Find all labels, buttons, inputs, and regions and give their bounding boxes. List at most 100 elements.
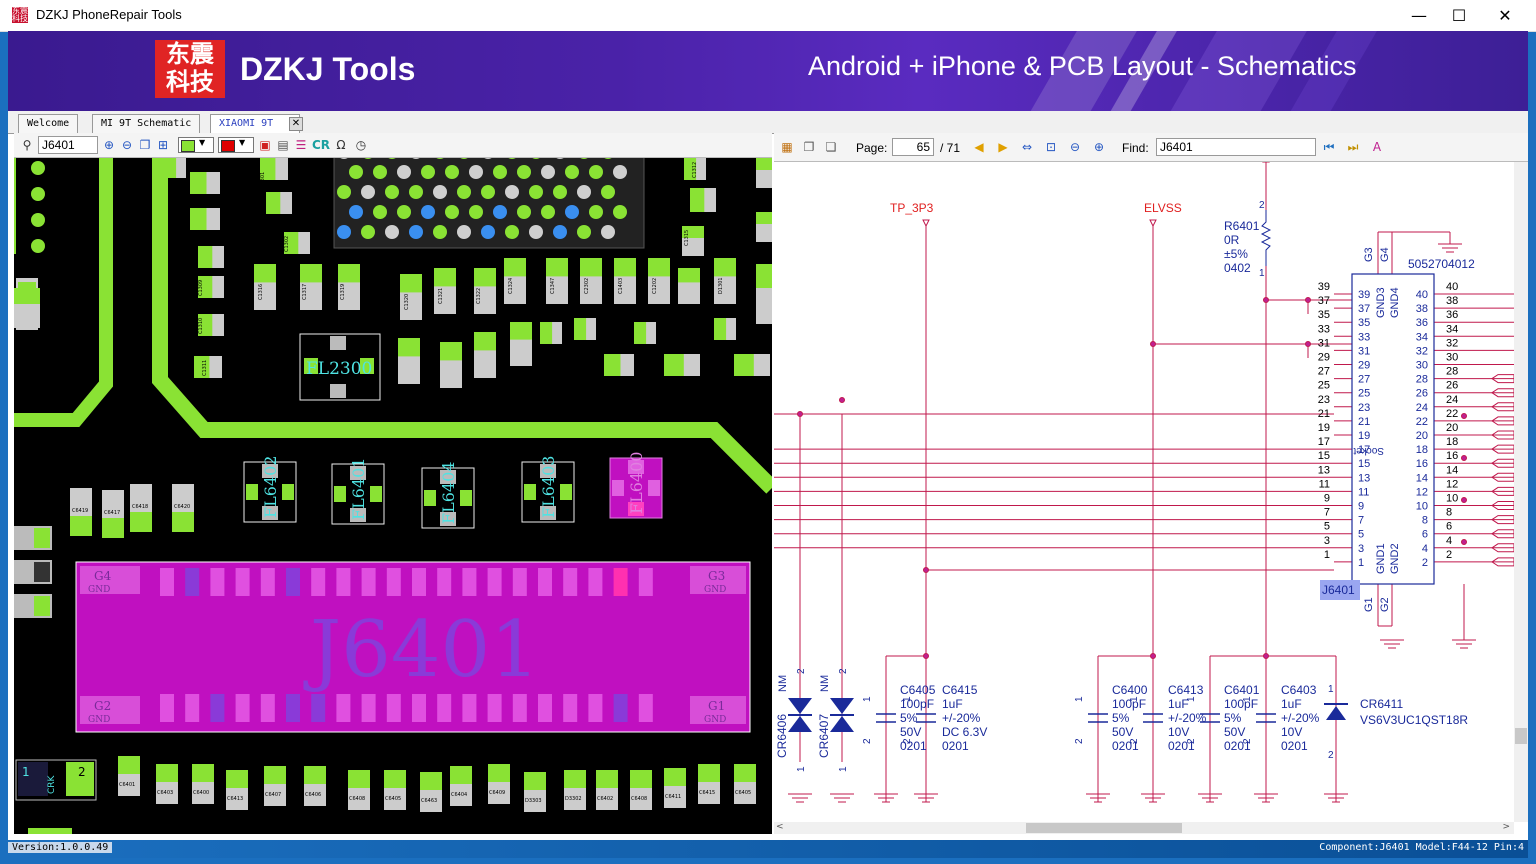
capacitor-voltage: 50V	[900, 725, 921, 739]
pin-number: 17	[1318, 436, 1330, 448]
pin-number: 10	[1446, 493, 1458, 505]
pcb-component-label: C1321	[438, 288, 444, 304]
pcb-component-label: C1320	[404, 294, 410, 310]
capacitor-package: 0201	[1281, 739, 1308, 753]
page-label: Page:	[856, 141, 888, 155]
pcb-search-input[interactable]	[38, 136, 98, 154]
pin-number: 6	[1446, 521, 1452, 533]
pin-number: 6	[1422, 529, 1428, 541]
next-page-icon[interactable]: ▶	[996, 140, 1010, 154]
r6401-value: 0R	[1224, 233, 1240, 247]
pin-number: 15	[1358, 458, 1370, 470]
pin-number: 11	[1319, 478, 1330, 490]
zoom-in-icon[interactable]: ⊕	[102, 138, 116, 152]
cap-pin-number: 2	[902, 738, 913, 744]
pin-number: 37	[1358, 303, 1370, 315]
cap-pin-number: 1	[1129, 696, 1140, 702]
capacitor-ref: C6415	[942, 683, 978, 697]
ohm-icon[interactable]: Ω	[334, 138, 348, 152]
connector-pin	[386, 568, 401, 596]
search-icon[interactable]: ⚲	[20, 138, 34, 152]
pin-number: 2	[1422, 557, 1428, 569]
prev-page-icon[interactable]: ◀	[972, 140, 986, 154]
r6401-pkg: 0402	[1224, 261, 1251, 275]
schematic-horizontal-scrollbar[interactable]: < >	[774, 822, 1514, 834]
window-frame-bottom	[0, 858, 1536, 864]
layer-icon[interactable]: ▣	[258, 138, 272, 152]
pcb-toolbar: ⚲ ⊕ ⊖ ❐ ⊞ ▼ ▼ ▣ ▤ ☰ CR Ω ◷	[14, 133, 772, 158]
pin-number: 32	[1446, 337, 1458, 349]
pin-number: 39	[1358, 289, 1370, 301]
pin-number: 19	[1358, 430, 1370, 442]
window-title: DZKJ PhoneRepair Tools	[36, 7, 182, 22]
tab-close-icon[interactable]: ✕	[289, 117, 303, 131]
doc-icon[interactable]: ▤	[276, 138, 290, 152]
pcb-component-label: C6402	[597, 796, 613, 802]
zoom-in-icon[interactable]: ⊕	[1092, 140, 1106, 154]
pin-number: 29	[1358, 360, 1370, 372]
cr-toggle[interactable]: CR	[312, 138, 330, 152]
pcb-component-label: C6418	[132, 504, 148, 510]
fit-page-icon[interactable]: ⊡	[1044, 140, 1058, 154]
pin-number: 34	[1446, 323, 1458, 335]
capacitor-voltage: 50V	[1112, 725, 1133, 739]
capacitor-value: 1uF	[1281, 697, 1302, 711]
find-prev-icon[interactable]: ⏮	[1322, 140, 1336, 154]
duplicate-icon[interactable]: ❏	[824, 140, 838, 154]
pcb-view[interactable]: C1301 C1302 C1309 C1310 C1311 C1312 C1315 C1316…	[14, 158, 772, 834]
tab-xiaomi-9t[interactable]: XIAOMI 9T	[210, 114, 301, 133]
pin-number: 34	[1416, 331, 1428, 343]
connector-pin	[563, 568, 578, 596]
g4-label: G4	[94, 569, 112, 583]
pin-number: 20	[1416, 430, 1428, 442]
pin-number: 35	[1318, 309, 1330, 321]
cr6411-ref: CR6411	[1360, 697, 1403, 711]
page-number-input[interactable]	[892, 138, 934, 156]
schematic-view[interactable]: TP_3P3 ELVSS 2 1 R6401 0R ±5% 0402 50527…	[774, 162, 1514, 822]
j6401-ref: J6401	[1322, 583, 1355, 597]
pin-number: 16	[1416, 458, 1428, 470]
pcb-component-label: C1316	[258, 284, 264, 300]
trace-color-select[interactable]: ▼	[178, 137, 214, 153]
close-button[interactable]: ✕	[1482, 0, 1528, 31]
cap-pin-number: 2	[1074, 738, 1085, 744]
schematic-vertical-scrollbar[interactable]	[1514, 162, 1528, 822]
pin-number: 36	[1416, 317, 1428, 329]
gnd-label-g4: GND	[88, 585, 110, 595]
copy-icon[interactable]: ❐	[138, 138, 152, 152]
rotate-icon[interactable]: ◷	[354, 138, 368, 152]
fit-width-icon[interactable]: ⇔	[1020, 140, 1034, 154]
status-bar: Version:1.0.0.49 Component:J6401 Model:F…	[8, 840, 1528, 858]
cr6411-part: VS6V3UC1QST18R	[1360, 713, 1468, 727]
pcb-component-label: C6403	[157, 790, 173, 796]
pcb-component-label: D3303	[525, 798, 542, 804]
pin-number: 27	[1358, 374, 1370, 386]
find-next-icon[interactable]: ⏭	[1346, 140, 1360, 154]
tab-mi9t-schematic[interactable]: MI 9T Schematic	[92, 114, 201, 133]
pin-number: 38	[1446, 295, 1458, 307]
connector-pin	[437, 568, 452, 596]
tab-welcome[interactable]: Welcome	[18, 114, 79, 133]
pin-number: 2	[1446, 549, 1452, 561]
connector-pin	[185, 568, 200, 596]
find-input[interactable]	[1156, 138, 1316, 156]
pin-number: 10	[1416, 501, 1428, 513]
pin-number: 3	[1358, 543, 1364, 555]
copy-page-icon[interactable]: ❐	[802, 140, 816, 154]
pin-number: 35	[1358, 317, 1370, 329]
connector-pin	[437, 694, 452, 722]
maximize-button[interactable]: ☐	[1436, 0, 1482, 31]
tvs-pin-number: 2	[838, 668, 849, 674]
cap-pin-number: 1	[1074, 696, 1085, 702]
pin-number: 32	[1416, 345, 1428, 357]
fl-filter-label: FL6400	[627, 452, 646, 514]
connector-pin	[235, 694, 250, 722]
zoom-out-icon[interactable]: ⊖	[120, 138, 134, 152]
font-icon[interactable]: A	[1370, 140, 1384, 154]
fit-icon[interactable]: ⊞	[156, 138, 170, 152]
open-icon[interactable]: ▦	[780, 140, 794, 154]
list-icon[interactable]: ☰	[294, 138, 308, 152]
zoom-out-icon[interactable]: ⊖	[1068, 140, 1082, 154]
capacitor-tolerance: 5%	[1224, 711, 1242, 725]
highlight-color-select[interactable]: ▼	[218, 137, 254, 153]
